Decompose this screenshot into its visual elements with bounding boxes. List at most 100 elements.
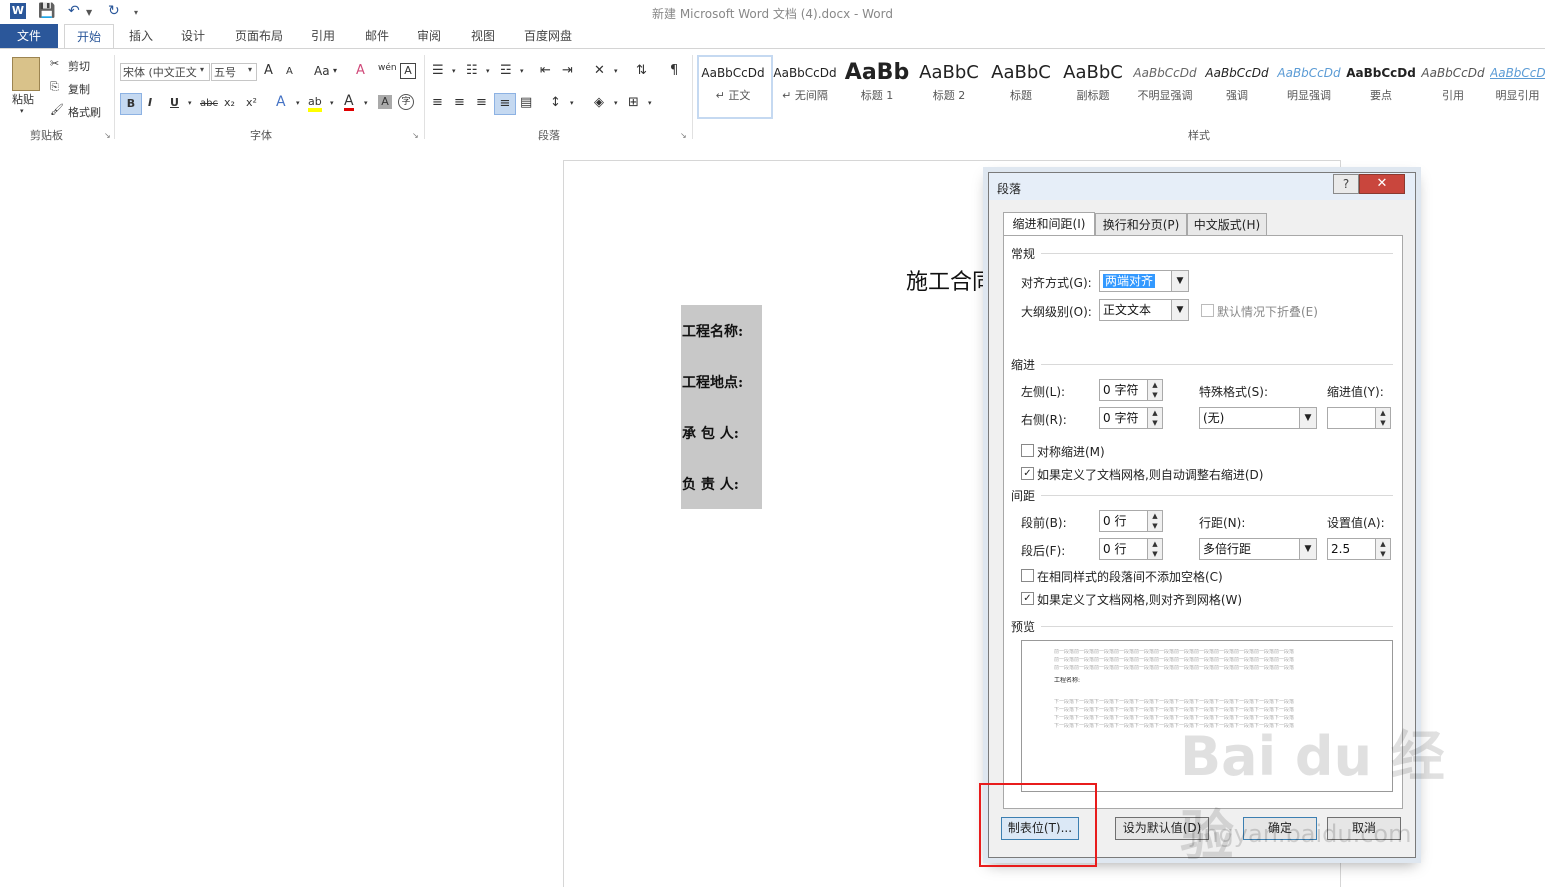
grow-font-icon[interactable]: A	[264, 63, 273, 78]
tab-line-page-breaks[interactable]: 换行和分页(P)	[1095, 213, 1187, 237]
copy-button[interactable]: 复制	[68, 81, 90, 97]
style-heading-2[interactable]: AaBbC 标题 2	[914, 57, 984, 113]
multilevel-list-icon[interactable]: ☲	[500, 63, 512, 78]
style-intense-quote[interactable]: AaBbCcD 明显引用	[1490, 57, 1545, 113]
clipboard-launcher-icon[interactable]: ↘	[104, 131, 111, 140]
char-border-icon[interactable]: A	[400, 63, 416, 79]
bullets-icon[interactable]: ☰	[432, 63, 444, 78]
spinner-icon[interactable]: ▲ ▼	[1147, 380, 1162, 400]
numbering-icon[interactable]: ☷	[466, 63, 478, 78]
special-select[interactable]: (无) ▼	[1199, 407, 1317, 429]
style-emphasis[interactable]: AaBbCcDd 强调	[1202, 57, 1272, 113]
change-case-button[interactable]: Aa	[314, 64, 330, 78]
underline-dropdown-icon[interactable]: ▾	[188, 99, 192, 107]
chevron-down-icon[interactable]: ▼	[1299, 408, 1316, 428]
font-color-icon[interactable]: A	[344, 94, 354, 111]
indent-by-input[interactable]: ▲ ▼	[1327, 407, 1391, 429]
document-title[interactable]: 施工合同	[906, 264, 994, 296]
paste-button[interactable]: 粘贴	[12, 91, 34, 107]
font-name-dropdown-icon[interactable]: ▾	[200, 65, 204, 74]
borders-icon[interactable]: ⊞	[628, 95, 639, 110]
style-subtle-emphasis[interactable]: AaBbCcDd 不明显强调	[1130, 57, 1200, 113]
font-launcher-icon[interactable]: ↘	[412, 131, 419, 140]
outline-level-select[interactable]: 正文文本 ▼	[1099, 299, 1189, 321]
borders-dropdown-icon[interactable]: ▾	[648, 99, 652, 107]
paste-dropdown-icon[interactable]: ▾	[20, 107, 24, 115]
align-left-icon[interactable]: ≡	[432, 95, 443, 110]
spacing-after-input[interactable]: 0 行 ▲ ▼	[1099, 538, 1163, 560]
tab-review[interactable]: 审阅	[408, 24, 450, 48]
tab-layout[interactable]: 页面布局	[226, 24, 292, 48]
tab-home[interactable]: 开始	[64, 24, 114, 50]
doc-line-responsible[interactable]: 负 责 人:	[682, 474, 739, 494]
collapse-checkbox[interactable]	[1201, 304, 1214, 317]
paste-icon[interactable]	[12, 57, 40, 91]
italic-button[interactable]: I	[148, 96, 152, 109]
multilevel-dropdown-icon[interactable]: ▾	[520, 67, 524, 75]
clear-formatting-icon[interactable]: A	[356, 63, 365, 78]
underline-button[interactable]: U	[170, 96, 179, 109]
shading-icon[interactable]: ◈	[594, 95, 604, 110]
font-name-combo[interactable]: 宋体 (中文正文	[120, 63, 210, 81]
no-space-checkbox[interactable]	[1021, 569, 1034, 582]
tab-indents-spacing[interactable]: 缩进和间距(I)	[1003, 212, 1095, 237]
doc-line-contractor[interactable]: 承 包 人:	[682, 423, 739, 443]
copy-icon[interactable]: ⎘	[50, 80, 59, 94]
highlight-icon[interactable]: ab	[308, 95, 322, 112]
cut-icon[interactable]: ✂	[50, 57, 59, 70]
tab-mailings[interactable]: 邮件	[356, 24, 398, 48]
style-heading-1[interactable]: AaBb 标题 1	[842, 57, 912, 113]
superscript-button[interactable]: x²	[246, 96, 257, 109]
style-title[interactable]: AaBbC 标题	[986, 57, 1056, 113]
font-color-dropdown-icon[interactable]: ▾	[364, 99, 368, 107]
tab-baidu-pan[interactable]: 百度网盘	[514, 24, 582, 48]
char-shading-icon[interactable]: A	[378, 95, 392, 109]
phonetic-guide-icon[interactable]: wén	[378, 63, 397, 73]
decrease-indent-icon[interactable]: ⇤	[540, 63, 551, 78]
asian-layout-dropdown-icon[interactable]: ▾	[614, 67, 618, 75]
increase-indent-icon[interactable]: ⇥	[562, 63, 573, 78]
mirror-indent-checkbox[interactable]	[1021, 444, 1034, 457]
chevron-down-icon[interactable]: ▼	[1171, 300, 1188, 320]
numbering-dropdown-icon[interactable]: ▾	[486, 67, 490, 75]
style-no-spacing[interactable]: AaBbCcDd ↵ 无间隔	[770, 57, 840, 113]
show-marks-icon[interactable]: ¶	[670, 63, 678, 78]
sort-icon[interactable]: ⇅	[636, 63, 647, 78]
style-strong[interactable]: AaBbCcDd 要点	[1346, 57, 1416, 113]
subscript-button[interactable]: x₂	[224, 96, 235, 109]
help-button[interactable]: ?	[1333, 174, 1359, 194]
font-size-dropdown-icon[interactable]: ▾	[248, 65, 252, 74]
asian-layout-icon[interactable]: ✕	[594, 63, 605, 78]
doc-line-project-name[interactable]: 工程名称:	[682, 321, 743, 341]
enclose-char-icon[interactable]: 字	[398, 94, 414, 110]
doc-line-project-location[interactable]: 工程地点:	[682, 372, 743, 392]
tab-asian-typography[interactable]: 中文版式(H)	[1187, 213, 1267, 237]
spacing-at-input[interactable]: 2.5 ▲ ▼	[1327, 538, 1391, 560]
spinner-icon[interactable]: ▲ ▼	[1147, 408, 1162, 428]
paragraph-launcher-icon[interactable]: ↘	[680, 131, 687, 140]
spinner-icon[interactable]: ▲ ▼	[1375, 408, 1390, 428]
indent-left-input[interactable]: 0 字符 ▲ ▼	[1099, 379, 1163, 401]
chevron-down-icon[interactable]: ▼	[1171, 271, 1188, 291]
format-painter-icon[interactable]: 🖌	[50, 103, 64, 116]
style-quote[interactable]: AaBbCcDd 引用	[1418, 57, 1488, 113]
strikethrough-button[interactable]: abc	[200, 98, 218, 109]
cut-button[interactable]: 剪切	[68, 58, 90, 74]
indent-right-input[interactable]: 0 字符 ▲ ▼	[1099, 407, 1163, 429]
highlight-dropdown-icon[interactable]: ▾	[330, 99, 334, 107]
auto-adjust-checkbox[interactable]: ✓	[1021, 467, 1034, 480]
line-spacing-dropdown-icon[interactable]: ▾	[570, 99, 574, 107]
line-spacing-icon[interactable]: ↕	[550, 95, 561, 110]
tab-insert[interactable]: 插入	[120, 24, 162, 48]
snap-grid-checkbox[interactable]: ✓	[1021, 592, 1034, 605]
format-painter-button[interactable]: 格式刷	[68, 104, 101, 120]
tab-file[interactable]: 文件	[0, 24, 58, 48]
close-button[interactable]: ✕	[1359, 174, 1405, 194]
dialog-title-bar[interactable]: 段落 ? ✕	[989, 173, 1415, 200]
bullets-dropdown-icon[interactable]: ▾	[452, 67, 456, 75]
tab-view[interactable]: 视图	[462, 24, 504, 48]
chevron-down-icon[interactable]: ▼	[1299, 539, 1316, 559]
text-effects-icon[interactable]: A	[276, 94, 286, 110]
spacing-before-input[interactable]: 0 行 ▲ ▼	[1099, 510, 1163, 532]
style-normal[interactable]: AaBbCcDd ↵ 正文	[698, 57, 768, 113]
